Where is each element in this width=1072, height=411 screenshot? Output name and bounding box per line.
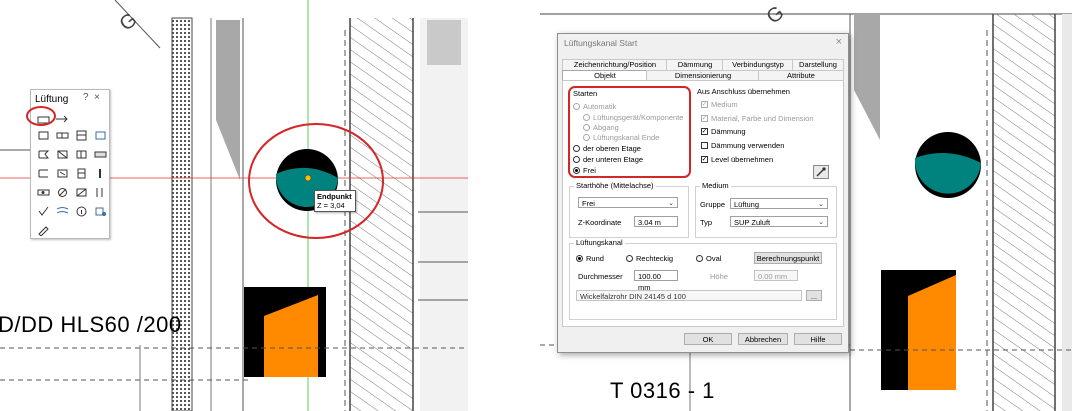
connector-icon[interactable]: [75, 168, 88, 179]
cad-room-label: D/DD HLS60 /200: [0, 312, 182, 337]
group-lueftungskanal: Lüftungskanal Rund Rechteckig Oval Berec…: [569, 238, 837, 320]
tab-content-objekt: Starten Automatik Lüftungsgerät/Komponen…: [562, 80, 844, 327]
starthoehe-title: Starthöhe (Mittelachse): [574, 181, 656, 190]
material-field[interactable]: Wickelfalzrohr DIN 24145 d 100: [576, 290, 802, 301]
left-cad-view[interactable]: G D/DD HLS60 /200 Endpunkt Z = 3,04 Lüft…: [0, 0, 468, 411]
cancel-button[interactable]: Abbrechen: [738, 333, 788, 345]
close-icon[interactable]: ×: [94, 92, 100, 103]
palette-title: Lüftung: [35, 94, 69, 105]
dialog-title: Lüftungskanal Start: [564, 38, 638, 48]
radio-oval[interactable]: Oval: [696, 254, 721, 263]
silencer-icon[interactable]: [94, 149, 107, 160]
edit-icon[interactable]: [56, 206, 69, 217]
flow-icon[interactable]: [94, 187, 107, 198]
info-icon[interactable]: [37, 206, 50, 217]
heater-icon[interactable]: [56, 168, 69, 179]
radio-rund[interactable]: Rund: [576, 254, 604, 263]
hoehe-label: Höhe: [710, 272, 728, 281]
anschluss-title: Aus Anschluss übernehmen: [697, 87, 790, 96]
gruppe-select[interactable]: Lüftung ⌄: [730, 198, 828, 209]
pick-icon[interactable]: [813, 165, 829, 179]
z-coordinate-label: Z-Koordinate: [578, 218, 622, 227]
durchmesser-label: Durchmesser: [578, 272, 623, 281]
report-icon[interactable]: [37, 225, 50, 236]
duct-run-icon[interactable]: [55, 114, 68, 125]
snap-tooltip: Endpunkt Z = 3,04: [314, 190, 356, 212]
tooltip-title: Endpunkt: [317, 192, 352, 201]
ventilation-palette[interactable]: Lüftung ? ×: [26, 89, 110, 239]
check-icon[interactable]: [75, 187, 88, 198]
sensor-icon[interactable]: [94, 168, 107, 179]
cad-room-label-right: T 0316 - 1: [610, 378, 715, 403]
starthoehe-mode-select[interactable]: Frei ⌄: [578, 197, 678, 208]
group-starthoehe: Starthöhe (Mittelachse) Frei ⌄ Z-Koordina…: [569, 181, 689, 238]
medium-title: Medium: [700, 181, 731, 190]
outlet-icon[interactable]: [56, 149, 69, 160]
chk-material[interactable]: ✓ Material, Farbe und Dimension: [701, 114, 814, 123]
ok-button[interactable]: OK: [684, 333, 732, 345]
help-icon[interactable]: ?: [83, 92, 89, 103]
tool-icon[interactable]: [75, 206, 88, 217]
tab-darstellung[interactable]: Darstellung: [792, 59, 844, 70]
starten-highlight: [568, 86, 691, 178]
hoehe-input[interactable]: 0.00 mm: [754, 270, 798, 281]
chk-level[interactable]: ✓ Level übernehmen: [701, 155, 773, 164]
tab-verbindungstyp[interactable]: Verbindungstyp: [722, 59, 794, 70]
typ-label: Typ: [700, 218, 713, 227]
flex-icon[interactable]: [56, 187, 69, 198]
chk-daemmung[interactable]: ✓ Dämmung: [701, 127, 746, 136]
group-aus-anschluss: Aus Anschluss übernehmen ✓ Medium ✓ Materi…: [697, 87, 837, 179]
tab-zeichenrichtung[interactable]: Zeichenrichtung/Position: [562, 59, 668, 70]
coil-icon[interactable]: [37, 187, 50, 198]
z-coordinate-input[interactable]: 3.04 m: [634, 216, 678, 227]
grille-icon[interactable]: [37, 149, 50, 160]
dialog-close-icon[interactable]: ×: [836, 36, 842, 48]
filter-icon[interactable]: [75, 149, 88, 160]
active-tool-highlight: [26, 106, 56, 126]
list-icon[interactable]: [94, 206, 107, 217]
damper-icon[interactable]: [94, 130, 107, 141]
fitting-icon[interactable]: [56, 130, 69, 141]
tab-daemmung[interactable]: Dämmung: [666, 59, 724, 70]
material-browse-button[interactable]: ...: [806, 290, 822, 301]
chk-daemmung-verwenden[interactable]: Dämmung verwenden: [701, 141, 784, 150]
help-button[interactable]: Hilfe: [794, 333, 842, 345]
radio-rechteckig[interactable]: Rechteckig: [626, 254, 673, 263]
berechnungspunkt-button[interactable]: Berechnungspunkt: [754, 252, 822, 264]
chk-medium[interactable]: ✓ Medium: [701, 100, 738, 109]
gruppe-label: Gruppe: [700, 200, 726, 209]
typ-select[interactable]: SUP Zuluft ⌄: [730, 216, 828, 227]
valve-icon[interactable]: [75, 130, 88, 141]
duct-start-dialog[interactable]: Lüftungskanal Start × Zeichenrichtung/Po…: [557, 33, 849, 353]
panel-gap: [468, 0, 540, 411]
tooltip-value: Z = 3,04: [317, 201, 345, 210]
component-icon[interactable]: [37, 130, 50, 141]
fan-icon[interactable]: [37, 168, 50, 179]
kanal-title: Lüftungskanal: [574, 238, 625, 247]
durchmesser-input[interactable]: 100.00 mm: [634, 270, 678, 292]
group-medium: Medium Gruppe Lüftung ⌄ Typ SUP Zuluft ⌄: [695, 181, 837, 238]
